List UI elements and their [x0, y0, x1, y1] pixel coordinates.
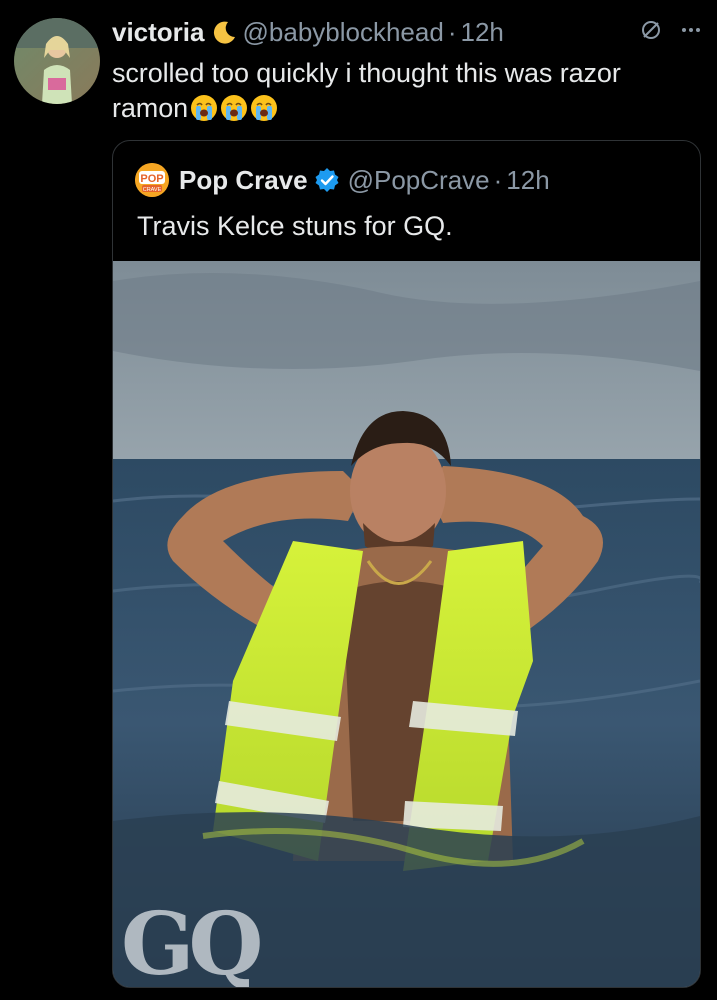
avatar[interactable] — [14, 18, 100, 104]
crescent-moon-icon — [211, 19, 237, 45]
quoted-timestamp[interactable]: 12h — [506, 165, 549, 196]
more-options-icon[interactable] — [679, 18, 703, 49]
emoji-group — [190, 94, 278, 122]
avatar-logo-text: POP — [140, 173, 163, 185]
loudly-crying-face-icon — [220, 94, 248, 122]
tweet-header: victoria @babyblockhead · 12h — [112, 14, 703, 50]
timestamp[interactable]: 12h — [460, 17, 503, 48]
loudly-crying-face-icon — [190, 94, 218, 122]
display-name[interactable]: victoria — [112, 17, 205, 48]
quoted-tweet-text: Travis Kelce stuns for GQ. — [137, 211, 453, 241]
header-actions — [639, 18, 703, 49]
quoted-photo[interactable]: GQ — [113, 261, 700, 988]
separator-dot: · — [493, 164, 503, 195]
quoted-handle[interactable]: @PopCrave — [348, 165, 490, 196]
loudly-crying-face-icon — [250, 94, 278, 122]
muted-conversation-icon[interactable] — [639, 18, 663, 49]
tweet-body: scrolled too quickly i thought this was … — [112, 58, 621, 123]
avatar-logo-subtext: CRAVE — [143, 187, 162, 193]
quoted-tweet-header: POP CRAVE Pop Crave @PopCrave · 12h — [135, 163, 550, 197]
gq-watermark: GQ — [121, 894, 263, 988]
handle[interactable]: @babyblockhead — [243, 17, 444, 48]
tweet[interactable]: victoria @babyblockhead · 12h scrolled t… — [0, 0, 717, 1000]
quoted-avatar[interactable]: POP CRAVE — [135, 163, 169, 197]
quoted-tweet[interactable]: POP CRAVE Pop Crave @PopCrave · 12h Trav… — [112, 140, 701, 988]
verified-badge-icon — [314, 167, 340, 193]
tweet-text: scrolled too quickly i thought this was … — [112, 56, 702, 126]
separator-dot: · — [447, 16, 457, 47]
quoted-display-name[interactable]: Pop Crave — [179, 165, 308, 196]
